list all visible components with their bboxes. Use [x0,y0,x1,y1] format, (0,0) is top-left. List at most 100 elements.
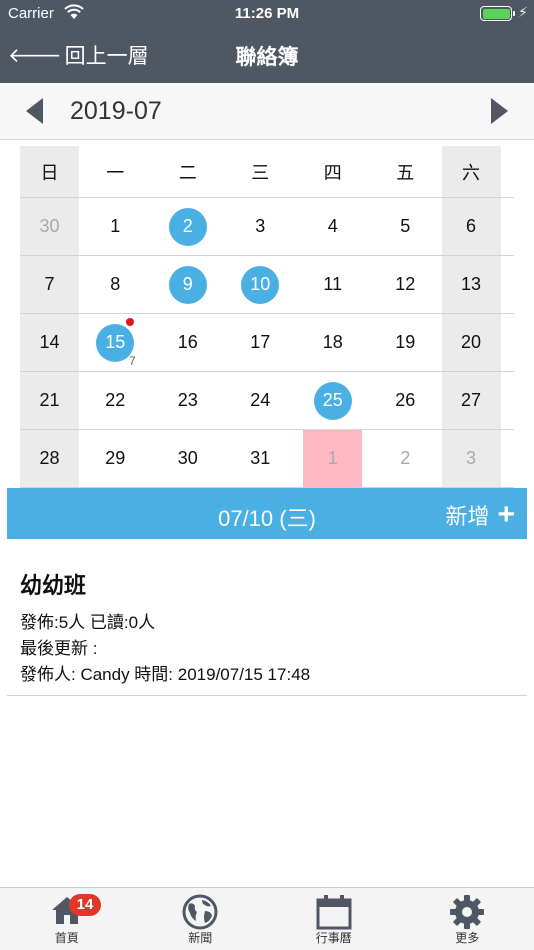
calendar-day[interactable]: 31 [224,430,297,487]
day-number: 2 [182,216,193,236]
calendar-week: 28 29 30 31 1 2 3 [20,430,514,488]
weekday-label: 五 [396,162,415,183]
day-number: 24 [250,390,271,410]
calendar-day[interactable]: 16 [152,314,225,371]
top-bar: Carrier 11:26 PM ⚡ 🡐 回上一層 聯絡簿 [0,0,534,83]
calendar-day[interactable]: 25 [297,372,370,429]
day-number: 30 [177,448,198,468]
day-number: 28 [39,448,60,468]
day-number: 26 [395,390,416,410]
calendar-week: 21 22 23 24 25 26 27 [20,372,514,430]
calendar-day[interactable]: 1 [79,198,152,255]
day-number: 27 [460,390,482,410]
calendar-day[interactable]: 24 [224,372,297,429]
calendar-day[interactable]: 8 [79,256,152,313]
tab-calendar-label: 行事曆 [315,931,352,945]
calendar-day[interactable]: 30 [20,198,79,255]
day-number: 8 [110,274,121,294]
calendar-day[interactable]: 2 [369,430,442,487]
tab-calendar[interactable]: 行事曆 [267,888,401,950]
calendar-day[interactable]: 28 [20,430,79,487]
weekday-header: 日一二三四五六 [20,146,514,198]
tab-more[interactable]: 更多 [401,888,534,950]
calendar-week: 30 1 2 3 4 5 6 [20,198,514,256]
calendar-day[interactable]: 27 [441,372,501,429]
prev-month-icon[interactable] [26,98,43,124]
calendar-day[interactable]: 21 [20,372,79,429]
day-number: 18 [322,332,343,352]
tab-more-label: 更多 [455,931,480,945]
event-count: 7 [129,354,136,368]
day-number: 10 [250,274,271,294]
calendar-day[interactable]: 4 [297,198,370,255]
day-number: 9 [182,274,193,294]
calendar-day[interactable]: 5 [369,198,442,255]
back-arrow-icon: 🡐 [8,44,62,67]
calendar-day[interactable]: 10 [224,256,297,313]
day-number: 5 [400,216,411,236]
day-number: 17 [250,332,271,352]
month-selector: 2019-07 [0,83,534,140]
battery-icon [480,6,512,21]
calendar-day[interactable]: 7 [20,256,79,313]
day-number: 22 [105,390,126,410]
calendar-day[interactable]: 12 [369,256,442,313]
calendar-day[interactable]: 15 7 [79,314,152,371]
month-label: 2019-07 [70,97,162,125]
day-number: 2 [400,448,411,468]
entry-last-updated: 最後更新 : [20,639,98,658]
day-number: 21 [39,390,60,410]
calendar-week: 14 15 7 16 17 18 19 20 [20,314,514,372]
tab-news[interactable]: 新聞 [134,888,268,950]
calendar-day[interactable]: 3 [224,198,297,255]
calendar-day[interactable]: 30 [152,430,225,487]
tab-bar: 14 首頁 新聞 行事曆 更多 [0,887,534,950]
calendar-day[interactable]: 29 [79,430,152,487]
tab-home[interactable]: 14 首頁 [0,888,134,950]
battery-tip [513,11,515,16]
calendar-day[interactable]: 22 [79,372,152,429]
day-number: 23 [177,390,198,410]
entry-stats: 發佈:5人 已讀:0人 [20,613,156,632]
calendar-day[interactable]: 20 [441,314,501,371]
notification-badge: 14 [69,894,101,916]
calendar-icon [316,895,352,930]
calendar-day[interactable]: 2 [152,198,225,255]
weekday-label: 日 [20,146,79,197]
add-button[interactable]: 新增 + [445,499,515,531]
calendar-day[interactable]: 6 [441,198,501,255]
next-month-icon[interactable] [491,98,508,124]
notebook-entry[interactable]: 幼幼班 發佈:5人 已讀:0人 最後更新 : 發佈人: Candy 時間: 20… [7,540,527,696]
weekday-label: 二 [178,162,197,183]
globe-icon [182,894,218,930]
calendar-day[interactable]: 9 [152,256,225,313]
nav-bar: 🡐 回上一層 聯絡簿 [0,28,534,83]
plus-icon: + [497,498,515,531]
calendar-day[interactable]: 18 [297,314,370,371]
day-number: 13 [460,274,482,294]
calendar-day[interactable]: 3 [441,430,501,487]
status-time: 11:26 PM [234,5,300,22]
day-number: 25 [322,390,343,410]
entry-class-name: 幼幼班 [20,573,87,598]
calendar-grid: 日一二三四五六 30 1 2 3 4 5 6 7 8 9 10 11 12 13 14 15 7 16 17 18 19 2… [20,146,514,488]
day-number: 3 [255,216,266,236]
selected-date-bar: 07/10 (三) 新增 + [7,488,527,539]
day-number: 7 [44,274,55,294]
calendar-day[interactable]: 14 [20,314,79,371]
calendar-week: 7 8 9 10 11 12 13 [20,256,514,314]
weekday-label: 四 [323,162,342,183]
tab-news-label: 新聞 [188,931,213,945]
calendar-day[interactable]: 26 [369,372,442,429]
calendar-day[interactable]: 1 [297,430,370,488]
calendar-day[interactable]: 23 [152,372,225,429]
gear-icon [450,895,485,929]
day-number: 12 [395,274,416,294]
calendar-day[interactable]: 17 [224,314,297,371]
calendar-day[interactable]: 19 [369,314,442,371]
day-number: 16 [177,332,198,352]
back-button[interactable]: 🡐 回上一層 [8,40,149,70]
day-number: 11 [323,274,343,294]
calendar-day[interactable]: 13 [441,256,501,313]
calendar-day[interactable]: 11 [297,256,370,313]
